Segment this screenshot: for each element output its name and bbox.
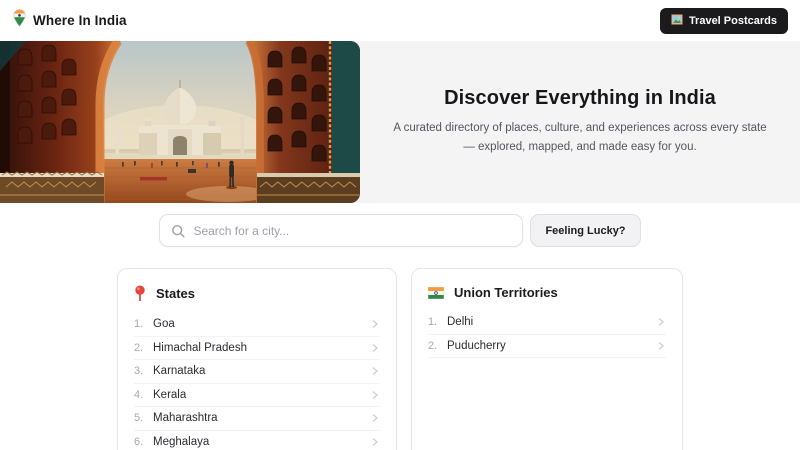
city-search-input[interactable] [193, 224, 511, 238]
state-row-himachal-pradesh[interactable]: 2. Himachal Pradesh [134, 337, 380, 361]
row-number: 3. [134, 365, 153, 377]
chevron-right-icon [370, 319, 380, 329]
chevron-right-icon [370, 413, 380, 423]
row-number: 6. [134, 436, 153, 448]
framed-picture-icon [671, 14, 683, 28]
row-number: 2. [428, 340, 447, 352]
hero-title: Discover Everything in India [444, 87, 716, 110]
feeling-lucky-button[interactable]: Feeling Lucky? [530, 214, 640, 247]
state-row-meghalaya[interactable]: 6. Meghalaya [134, 431, 380, 450]
india-flag-icon [428, 287, 444, 299]
chevron-right-icon [656, 317, 666, 327]
union-territories-card-title: Union Territories [454, 285, 558, 300]
search-section: Feeling Lucky? [0, 203, 800, 268]
state-name: Meghalaya [153, 436, 370, 448]
chevron-right-icon [370, 437, 380, 447]
chevron-right-icon [656, 341, 666, 351]
brand-logo[interactable]: Where In India [13, 9, 127, 32]
hero-subtitle: A curated directory of places, culture, … [393, 119, 766, 156]
state-row-kerala[interactable]: 4. Kerala [134, 384, 380, 408]
state-name: Himachal Pradesh [153, 342, 370, 354]
red-pushpin-icon [134, 285, 146, 302]
india-pin-logo-icon [13, 9, 26, 32]
top-header: Where In India Travel Postcards [0, 0, 800, 41]
hero-subtitle-line2: — explored, mapped, and made easy for yo… [463, 141, 696, 153]
chevron-right-icon [370, 366, 380, 376]
row-number: 5. [134, 412, 153, 424]
brand-name: Where In India [33, 13, 127, 28]
row-number: 1. [428, 316, 447, 328]
state-row-karnataka[interactable]: 3. Karnataka [134, 360, 380, 384]
hero-section: Discover Everything in India A curated d… [0, 41, 800, 203]
ut-name: Puducherry [447, 340, 656, 352]
search-icon [171, 224, 185, 238]
ut-row-delhi[interactable]: 1. Delhi [428, 311, 666, 335]
state-name: Kerala [153, 389, 370, 401]
row-number: 4. [134, 389, 153, 401]
state-row-maharashtra[interactable]: 5. Maharashtra [134, 407, 380, 431]
row-number: 2. [134, 342, 153, 354]
states-card: States 1. Goa 2. Himachal Pradesh 3. Kar… [117, 268, 397, 450]
state-row-goa[interactable]: 1. Goa [134, 313, 380, 337]
states-card-title: States [156, 286, 195, 301]
state-name: Maharashtra [153, 412, 370, 424]
chevron-right-icon [370, 390, 380, 400]
chevron-right-icon [370, 343, 380, 353]
ut-name: Delhi [447, 316, 656, 328]
travel-postcards-label: Travel Postcards [689, 15, 777, 27]
state-name: Karnataka [153, 365, 370, 377]
travel-postcards-button[interactable]: Travel Postcards [660, 8, 788, 34]
row-number: 1. [134, 318, 153, 330]
union-territories-card: Union Territories 1. Delhi 2. Puducherry [411, 268, 683, 450]
states-card-header: States [134, 282, 380, 313]
ut-row-puducherry[interactable]: 2. Puducherry [428, 335, 666, 359]
union-territories-card-header: Union Territories [428, 282, 666, 311]
state-name: Goa [153, 318, 370, 330]
city-search-box[interactable] [159, 214, 523, 247]
taj-mahal-archway-photo [0, 41, 360, 203]
directory-cards: States 1. Goa 2. Himachal Pradesh 3. Kar… [0, 268, 800, 450]
hero-subtitle-line1: A curated directory of places, culture, … [393, 122, 766, 134]
hero-copy: Discover Everything in India A curated d… [360, 41, 800, 203]
